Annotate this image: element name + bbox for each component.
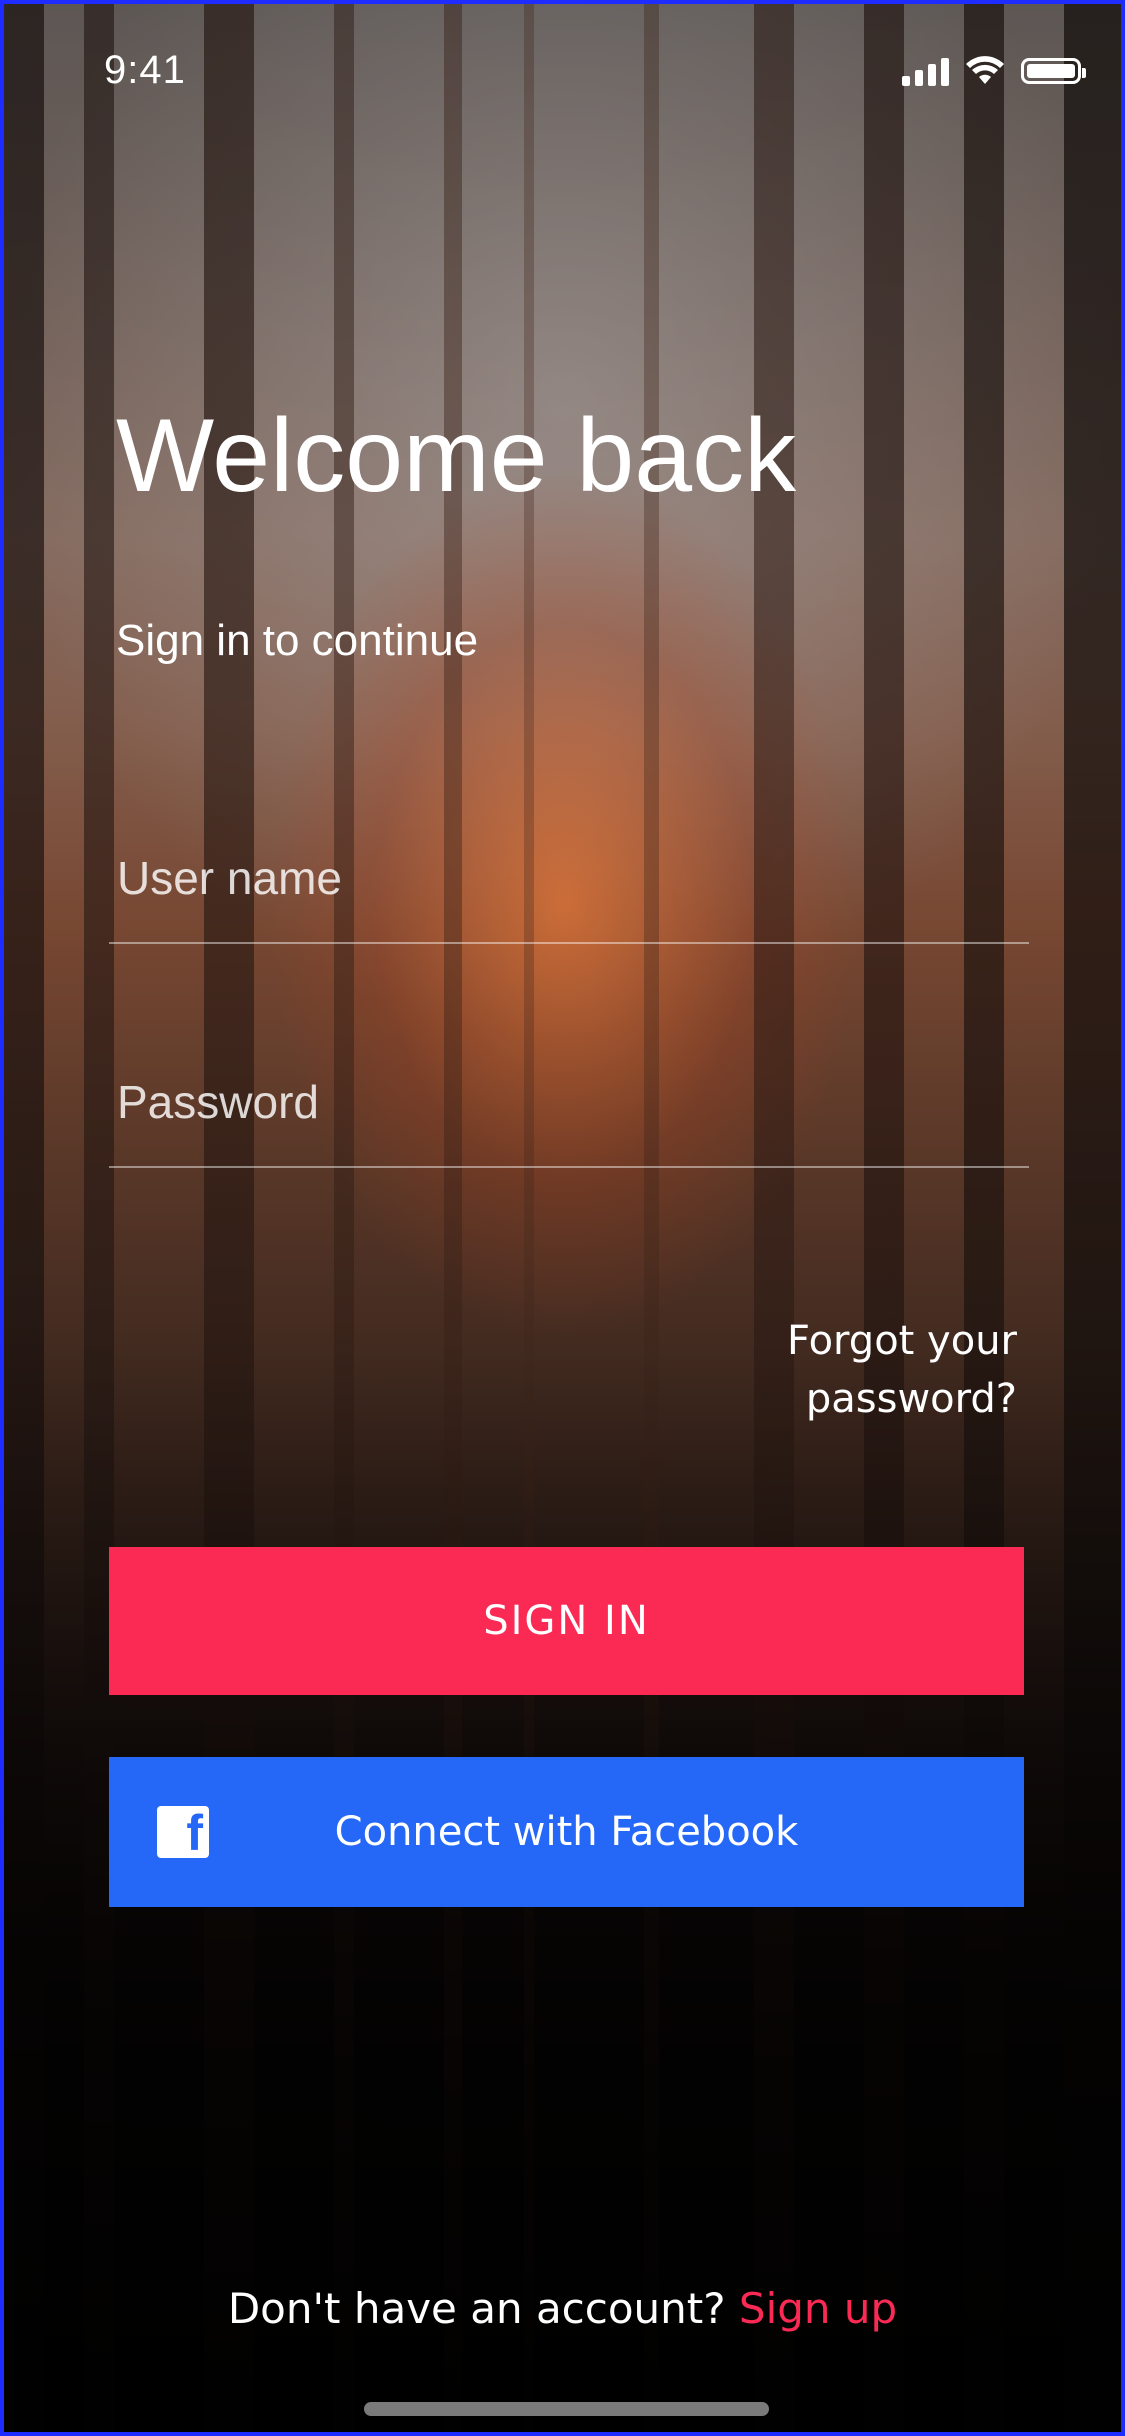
forgot-password-link[interactable]: Forgot your password?: [757, 1312, 1017, 1428]
password-input[interactable]: [109, 1068, 1029, 1166]
background-vignette: [4, 4, 1121, 2432]
status-bar: 9:41: [4, 4, 1121, 134]
username-field-container: [109, 844, 1029, 944]
username-input[interactable]: [109, 844, 1029, 942]
signup-prompt: Don't have an account? Sign up: [4, 2284, 1121, 2333]
facebook-icon: f: [157, 1806, 209, 1858]
login-screen: 9:41 Welcome back Sign in to continue Fo…: [0, 0, 1125, 2436]
status-time: 9:41: [104, 48, 186, 92]
page-subtitle: Sign in to continue: [116, 616, 479, 665]
password-field-container: [109, 1068, 1029, 1168]
facebook-connect-button[interactable]: f Connect with Facebook: [109, 1757, 1024, 1907]
battery-icon: [1021, 58, 1086, 84]
page-title: Welcome back: [116, 398, 797, 514]
sign-in-label: SIGN IN: [483, 1598, 650, 1644]
status-icons: [902, 56, 1086, 86]
signal-icon: [902, 56, 949, 86]
wifi-icon: [966, 56, 1004, 84]
sign-up-link[interactable]: Sign up: [739, 2284, 897, 2333]
sign-in-button[interactable]: SIGN IN: [109, 1547, 1024, 1695]
signup-prompt-text: Don't have an account?: [227, 2284, 739, 2333]
facebook-connect-label: Connect with Facebook: [334, 1809, 799, 1855]
home-indicator: [364, 2402, 769, 2416]
